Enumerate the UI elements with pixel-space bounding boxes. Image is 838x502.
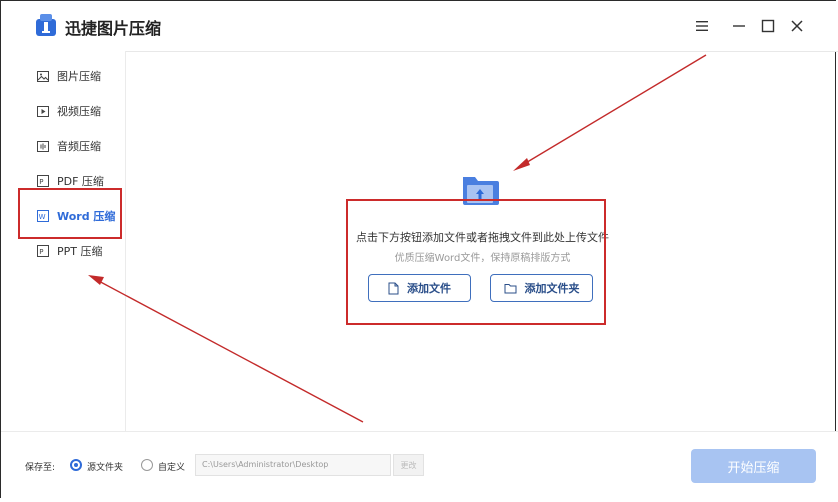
sidebar-item-pdf[interactable]: P PDF 压缩 [1, 166, 125, 196]
video-icon [37, 105, 49, 117]
menu-button[interactable] [693, 17, 711, 35]
source-folder-radio[interactable] [70, 459, 82, 471]
sidebar-item-audio[interactable]: 音频压缩 [1, 131, 125, 161]
custom-folder-radio[interactable] [141, 459, 153, 471]
sidebar: 图片压缩 视频压缩 音频压缩 P PDF 压缩 W Word 压缩 P PPT … [1, 51, 126, 431]
svg-text:P: P [39, 248, 43, 256]
image-icon [37, 70, 49, 82]
svg-text:P: P [39, 178, 43, 186]
svg-text:W: W [39, 213, 46, 221]
minimize-button[interactable] [730, 17, 748, 35]
bottom-bar: 保存至: 源文件夹 自定义 C:\Users\Administrator\Des… [1, 431, 838, 502]
app-title: 迅捷图片压缩 [65, 19, 162, 38]
upload-hint: 点击下方按钮添加文件或者拖拽文件到此处上传文件 [356, 231, 609, 244]
sidebar-item-label: 图片压缩 [57, 70, 101, 83]
audio-icon [37, 140, 49, 152]
word-icon: W [37, 210, 49, 222]
add-file-label: 添加文件 [407, 282, 451, 295]
sidebar-item-word[interactable]: W Word 压缩 [1, 201, 125, 231]
add-file-button[interactable]: 添加文件 [368, 274, 471, 302]
sidebar-item-label: PPT 压缩 [57, 245, 103, 258]
save-path-input[interactable]: C:\Users\Administrator\Desktop [195, 454, 391, 476]
custom-folder-label: 自定义 [158, 463, 186, 473]
maximize-icon [761, 19, 775, 33]
window-frame: 迅捷图片压缩 图片压缩 视频压缩 音频压缩 P PDF 压缩 W Word 压缩… [0, 0, 838, 502]
add-folder-button[interactable]: 添加文件夹 [490, 274, 593, 302]
add-folder-label: 添加文件夹 [524, 282, 580, 295]
change-path-button[interactable]: 更改 [393, 454, 424, 476]
app-logo-icon [36, 14, 56, 36]
sidebar-item-label: 音频压缩 [57, 140, 101, 153]
close-button[interactable] [788, 17, 806, 35]
close-icon [791, 20, 803, 32]
drop-zone[interactable]: 点击下方按钮添加文件或者拖拽文件到此处上传文件 优质压缩Word文件，保持原稿排… [126, 51, 838, 431]
upload-subhint: 优质压缩Word文件，保持原稿排版方式 [394, 253, 571, 264]
ppt-icon: P [37, 245, 49, 257]
file-icon [388, 282, 399, 294]
sidebar-item-image[interactable]: 图片压缩 [1, 61, 125, 91]
minimize-icon [733, 25, 745, 27]
source-folder-label: 源文件夹 [87, 463, 124, 473]
upload-folder-icon [463, 177, 499, 205]
maximize-button[interactable] [759, 17, 777, 35]
save-to-label: 保存至: [25, 463, 56, 473]
title-bar: 迅捷图片压缩 [1, 1, 838, 52]
start-compress-button[interactable]: 开始压缩 [691, 449, 816, 483]
sidebar-item-label: Word 压缩 [57, 210, 116, 223]
menu-icon [696, 21, 708, 31]
pdf-icon: P [37, 175, 49, 187]
sidebar-item-video[interactable]: 视频压缩 [1, 96, 125, 126]
sidebar-item-ppt[interactable]: P PPT 压缩 [1, 236, 125, 266]
sidebar-item-label: PDF 压缩 [57, 175, 104, 188]
sidebar-item-label: 视频压缩 [57, 105, 101, 118]
folder-icon [504, 283, 516, 293]
